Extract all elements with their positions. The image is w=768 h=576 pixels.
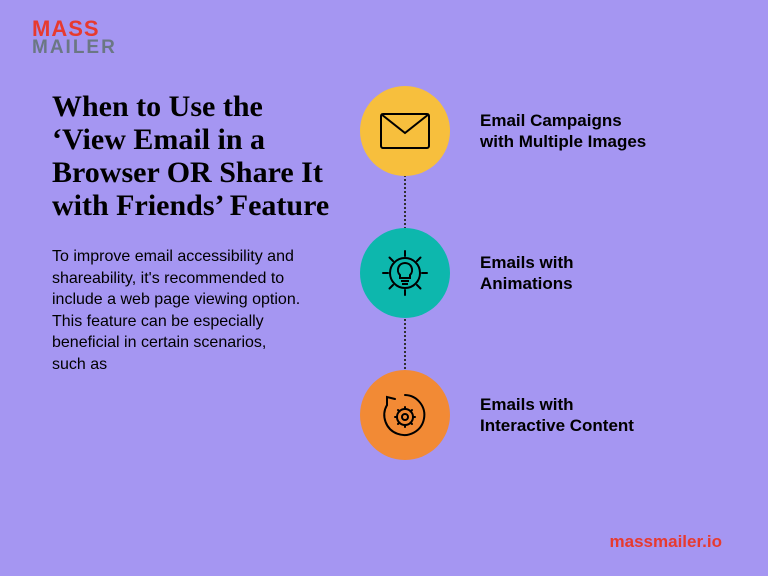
- timeline-item: Email Campaigns with Multiple Images: [360, 86, 740, 176]
- timeline-item-label: Emails with Interactive Content: [480, 394, 660, 437]
- footer-url: massmailer.io: [610, 532, 722, 552]
- timeline-item-label: Emails with Animations: [480, 252, 660, 295]
- timeline-item: Emails with Animations: [360, 228, 740, 318]
- brand-logo-bottom: MAILER: [32, 40, 117, 56]
- brand-logo: MASS MAILER: [32, 20, 117, 56]
- gear-cycle-icon: [379, 389, 431, 441]
- left-column: When to Use the ‘View Email in a Browser…: [52, 90, 332, 376]
- envelope-icon: [380, 113, 430, 149]
- timeline-item-label: Email Campaigns with Multiple Images: [480, 110, 660, 153]
- timeline-item: Emails with Interactive Content: [360, 370, 740, 460]
- page-body: To improve email accessibility and share…: [52, 246, 302, 376]
- timeline-icon-circle: [360, 228, 450, 318]
- timeline-icon-circle: [360, 370, 450, 460]
- timeline-icon-circle: [360, 86, 450, 176]
- gear-bulb-icon: [379, 247, 431, 299]
- page-title: When to Use the ‘View Email in a Browser…: [52, 90, 332, 222]
- brand-logo-top: MASS: [32, 20, 117, 39]
- timeline: Email Campaigns with Multiple Images: [360, 86, 740, 512]
